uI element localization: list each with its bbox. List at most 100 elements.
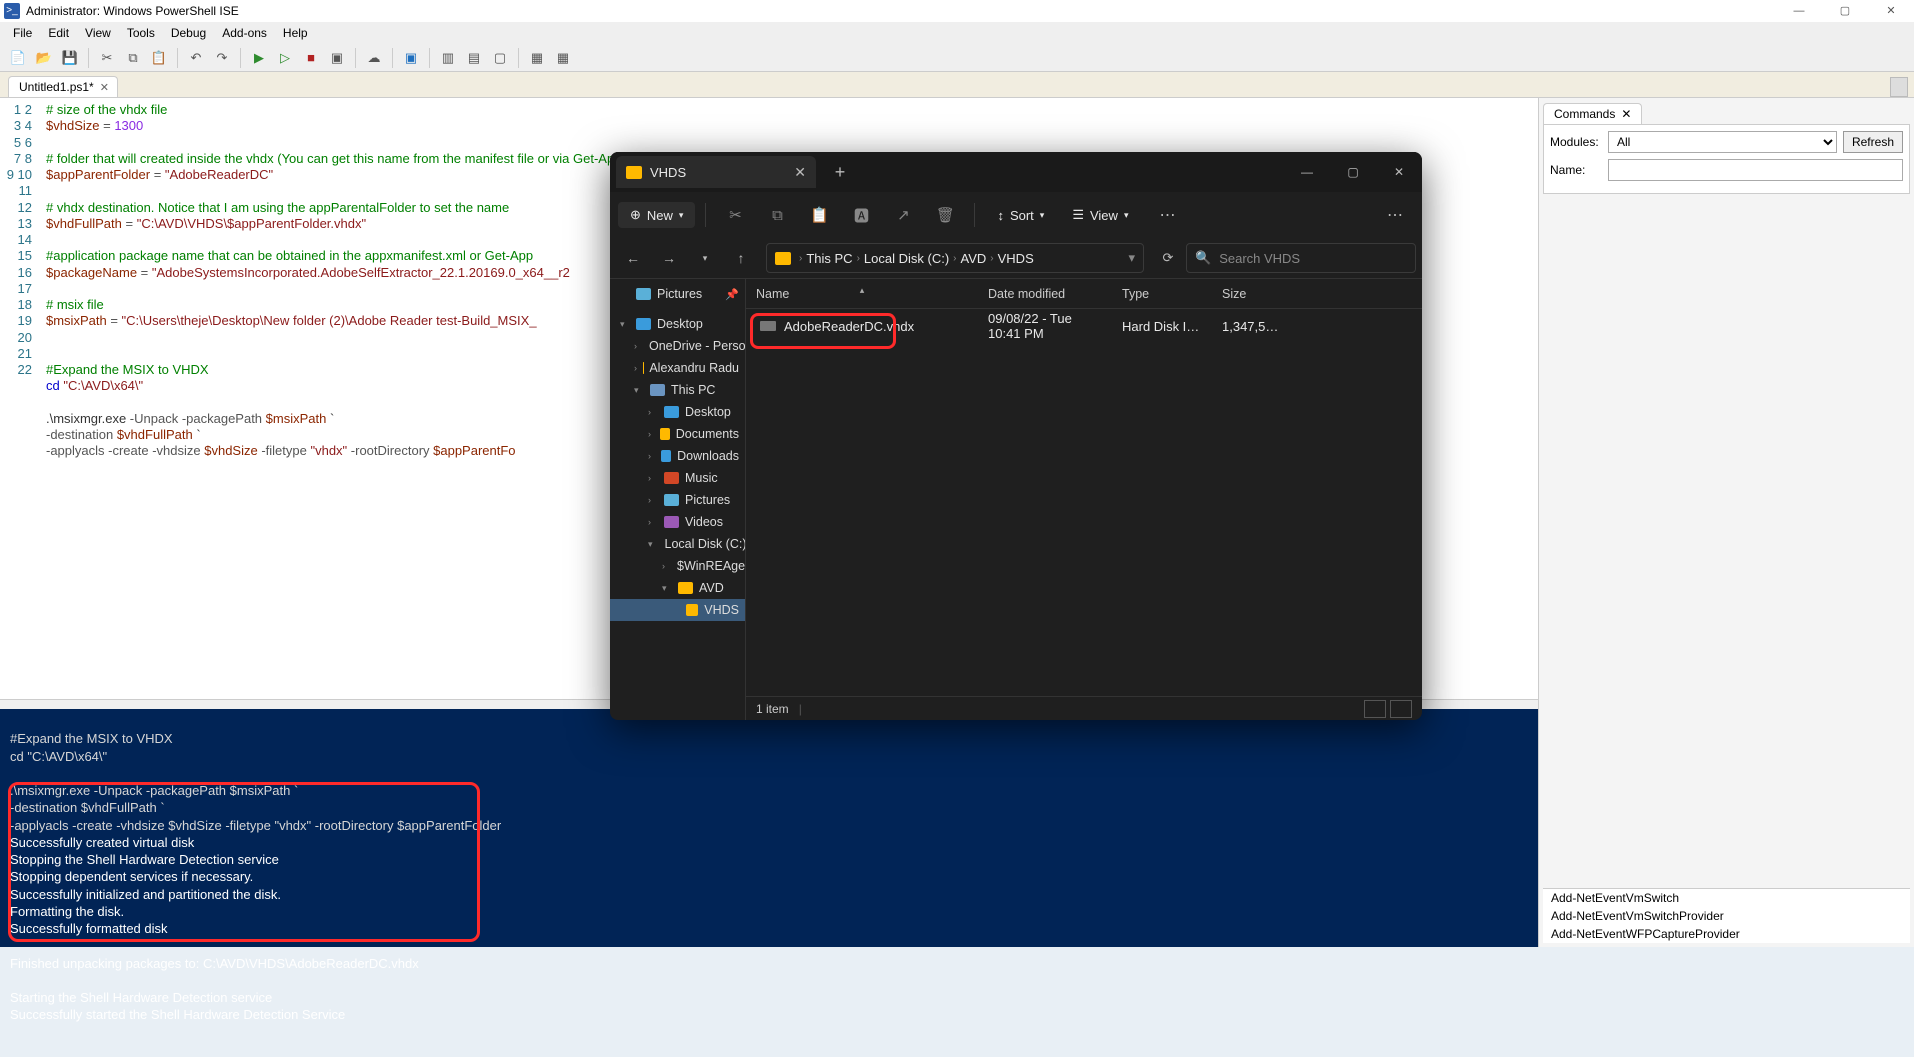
save-icon[interactable]: 💾 xyxy=(58,46,82,70)
copy-icon[interactable]: ⧉ xyxy=(121,46,145,70)
navpane-desktop[interactable]: Desktop xyxy=(657,317,703,331)
explorer-minimize-button[interactable]: — xyxy=(1284,152,1330,192)
navpane-winre[interactable]: $WinREAgent xyxy=(677,559,746,573)
explorer-nav-pane[interactable]: Pictures📌 ▾Desktop ›OneDrive - Perso ›Al… xyxy=(610,279,746,720)
navpane-downloads[interactable]: Downloads xyxy=(677,449,739,463)
layout1-icon[interactable]: ▥ xyxy=(436,46,460,70)
menu-debug[interactable]: Debug xyxy=(164,24,213,42)
script-tab[interactable]: Untitled1.ps1* ✕ xyxy=(8,76,118,97)
crumb-drive[interactable]: Local Disk (C:) xyxy=(864,251,949,266)
sort-icon: ↕ xyxy=(997,208,1004,223)
explorer-tab[interactable]: VHDS ✕ xyxy=(616,156,816,188)
explorer-maximize-button[interactable]: ▢ xyxy=(1330,152,1376,192)
col-name[interactable]: ▴Name xyxy=(746,287,978,301)
close-icon[interactable]: ✕ xyxy=(100,81,109,94)
list-item[interactable]: Add-NetEventWFPCaptureProvider xyxy=(1543,925,1910,943)
layout2-icon[interactable]: ▤ xyxy=(462,46,486,70)
redo-icon[interactable]: ↷ xyxy=(210,46,234,70)
rename-icon[interactable]: 🅰 xyxy=(842,198,880,232)
stop-icon[interactable]: ■ xyxy=(299,46,323,70)
console-pane[interactable]: #Expand the MSIX to VHDX cd "C:\AVD\x64\… xyxy=(0,709,1538,947)
navpane-thispc[interactable]: This PC xyxy=(671,383,715,397)
menu-view[interactable]: View xyxy=(78,24,118,42)
list-item[interactable]: Add-NetEventVmSwitchProvider xyxy=(1543,907,1910,925)
show-cmd2-icon[interactable]: ▦ xyxy=(551,46,575,70)
crumb-vhds[interactable]: VHDS xyxy=(998,251,1034,266)
back-button[interactable]: ← xyxy=(616,243,650,273)
tab-scroll-icon[interactable] xyxy=(1890,77,1908,97)
crumb-thispc[interactable]: This PC xyxy=(806,251,852,266)
menu-tools[interactable]: Tools xyxy=(120,24,162,42)
crumb-avd[interactable]: AVD xyxy=(961,251,987,266)
col-type[interactable]: Type xyxy=(1112,287,1212,301)
menu-file[interactable]: File xyxy=(6,24,39,42)
modules-select[interactable]: All xyxy=(1608,131,1837,153)
delete-icon[interactable]: 🗑 xyxy=(926,198,964,232)
breadcrumb[interactable]: › This PC› Local Disk (C:)› AVD› VHDS ▾ xyxy=(766,243,1144,273)
recent-chevron-icon[interactable]: ▾ xyxy=(688,243,722,273)
name-input[interactable] xyxy=(1608,159,1903,181)
show-cmd-icon[interactable]: ▦ xyxy=(525,46,549,70)
copy-icon[interactable]: ⧉ xyxy=(758,198,796,232)
paste-icon[interactable]: 📋 xyxy=(800,198,838,232)
navpane-videos[interactable]: Videos xyxy=(685,515,723,529)
paste-icon[interactable]: 📋 xyxy=(147,46,171,70)
new-button[interactable]: ⊕ New ▾ xyxy=(618,202,695,228)
commands-tab[interactable]: Commands ✕ xyxy=(1543,103,1642,124)
forward-button[interactable]: → xyxy=(652,243,686,273)
navpane-drive[interactable]: Local Disk (C:) xyxy=(665,537,746,551)
ps-icon[interactable]: ▣ xyxy=(399,46,423,70)
chevron-down-icon[interactable]: ▾ xyxy=(1128,250,1135,266)
tiles-view-icon[interactable] xyxy=(1390,700,1412,718)
view-button[interactable]: ☰ View ▾ xyxy=(1060,202,1140,228)
ise-title-text: Administrator: Windows PowerShell ISE xyxy=(26,4,239,18)
navpane-onedrive[interactable]: OneDrive - Perso xyxy=(649,339,746,353)
close-icon[interactable]: ✕ xyxy=(1621,107,1631,121)
ise-minimize-button[interactable]: — xyxy=(1776,0,1822,22)
chevron-down-icon: ▾ xyxy=(679,210,684,221)
share-icon[interactable]: ↗ xyxy=(884,198,922,232)
cut-icon[interactable]: ✂ xyxy=(95,46,119,70)
up-button[interactable]: ↑ xyxy=(724,243,758,273)
navpane-nd-pictures[interactable]: Pictures xyxy=(685,493,730,507)
refresh-button[interactable]: Refresh xyxy=(1843,131,1903,153)
remote-icon[interactable]: ☁ xyxy=(362,46,386,70)
list-item[interactable]: Add-NetEventVmSwitch xyxy=(1543,889,1910,907)
open-file-icon[interactable]: 📂 xyxy=(32,46,56,70)
overflow-button[interactable]: ⋯ xyxy=(1376,205,1414,225)
chevron-down-icon: ▾ xyxy=(1124,210,1129,221)
ise-close-button[interactable]: ✕ xyxy=(1868,0,1914,22)
navpane-avd[interactable]: AVD xyxy=(699,581,724,595)
layout3-icon[interactable]: ▢ xyxy=(488,46,512,70)
sort-button[interactable]: ↕ Sort ▾ xyxy=(985,203,1056,228)
navpane-user[interactable]: Alexandru Radu xyxy=(649,361,739,375)
close-icon[interactable]: ✕ xyxy=(794,164,806,181)
explorer-close-button[interactable]: ✕ xyxy=(1376,152,1422,192)
col-date[interactable]: Date modified xyxy=(978,287,1112,301)
navpane-vhds[interactable]: VHDS xyxy=(704,603,739,617)
new-file-icon[interactable]: 📄 xyxy=(6,46,30,70)
cut-icon[interactable]: ✂ xyxy=(716,198,754,232)
menu-addons[interactable]: Add-ons xyxy=(215,24,274,42)
navpane-pictures[interactable]: Pictures xyxy=(657,287,702,301)
more-button[interactable]: ⋯ xyxy=(1148,205,1186,225)
menu-help[interactable]: Help xyxy=(276,24,315,42)
navpane-documents[interactable]: Documents xyxy=(676,427,739,441)
navpane-music[interactable]: Music xyxy=(685,471,718,485)
refresh-icon[interactable]: ⟳ xyxy=(1152,250,1184,266)
search-input[interactable]: 🔍 Search VHDS xyxy=(1186,243,1416,273)
undo-icon[interactable]: ↶ xyxy=(184,46,208,70)
navpane-nd-desktop[interactable]: Desktop xyxy=(685,405,731,419)
details-view-icon[interactable] xyxy=(1364,700,1386,718)
commands-list[interactable]: Add-NetEventVmSwitch Add-NetEventVmSwitc… xyxy=(1543,888,1910,943)
stop-debug-icon[interactable]: ▣ xyxy=(325,46,349,70)
run-icon[interactable]: ▶ xyxy=(247,46,271,70)
ise-maximize-button[interactable]: ▢ xyxy=(1822,0,1868,22)
col-size[interactable]: Size xyxy=(1212,287,1292,301)
chevron-down-icon: ▾ xyxy=(1040,210,1045,221)
run-selection-icon[interactable]: ▷ xyxy=(273,46,297,70)
new-tab-button[interactable]: + xyxy=(824,162,856,183)
menu-edit[interactable]: Edit xyxy=(41,24,76,42)
file-row[interactable]: AdobeReaderDC.vhdx 09/08/22 - Tue 10:41 … xyxy=(746,313,1422,339)
commands-tab-label: Commands xyxy=(1554,107,1615,121)
